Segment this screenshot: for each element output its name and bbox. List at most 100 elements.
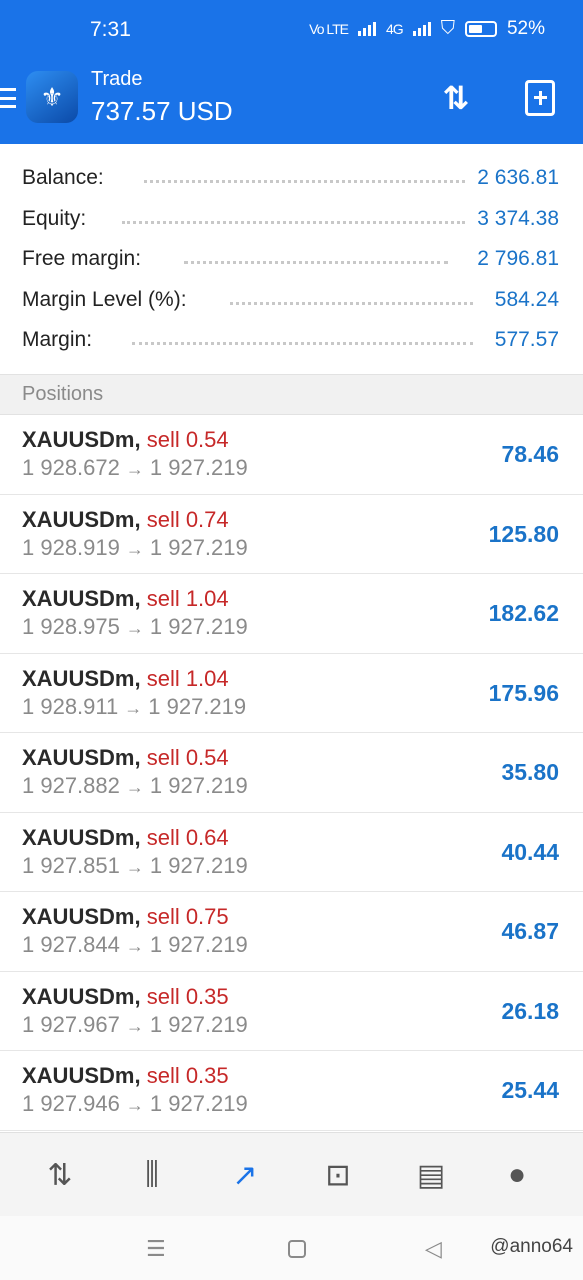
position-row[interactable]: XAUUSDm, sell 0.35 1 927.946 → 1 927.219 2… [0, 1051, 583, 1131]
arrow-right-icon: → [125, 459, 144, 479]
summary-row-margin: Margin: 577.57 [0, 320, 583, 361]
volte-icon: Vo LTE [309, 21, 349, 37]
current-price: 1 927.219 [149, 852, 248, 878]
app-logo[interactable]: ⚜ [26, 71, 78, 123]
current-price: 1 927.219 [149, 773, 248, 798]
arrow-right-icon: → [125, 777, 144, 797]
summary-value: 3 374.38 [477, 206, 559, 230]
position-direction: sell 0.75 [146, 904, 229, 929]
position-profit: 125.80 [488, 520, 559, 547]
positions-section-header: Positions [0, 374, 583, 415]
system-nav-bar: ☰ ◁ @anno64 [0, 1216, 583, 1280]
open-price: 1 928.672 [22, 455, 120, 480]
summary-value: 584.24 [494, 287, 559, 311]
open-price: 1 927.882 [22, 773, 120, 798]
current-price: 1 927.219 [149, 1011, 248, 1037]
signal-icon-2 [412, 22, 431, 36]
summary-value: 577.57 [494, 328, 559, 351]
battery-icon [464, 21, 497, 37]
position-row[interactable]: XAUUSDm, sell 0.35 1 927.967 → 1 927.219 2… [0, 972, 583, 1051]
current-price: 1 927.219 [149, 1091, 248, 1116]
position-profit: 25.44 [501, 1077, 559, 1103]
position-row[interactable]: XAUUSDm, sell 0.74 1 928.919 → 1 927.219 1… [0, 495, 583, 574]
position-symbol: XAUUSDm, [22, 745, 141, 770]
position-symbol: XAUUSDm, [22, 824, 141, 850]
arrow-right-icon: → [125, 538, 144, 559]
battery-percent: 52% [506, 18, 545, 39]
position-profit: 78.46 [501, 441, 559, 467]
dotted-leader [230, 301, 473, 305]
bottom-tab-bar: ⇅ ⫼ ↗ ⊡ ▤ ● [0, 1132, 583, 1216]
position-direction: sell 0.54 [146, 745, 229, 770]
arrow-right-icon: → [125, 1015, 144, 1036]
position-row[interactable]: XAUUSDm, sell 0.54 1 927.882 → 1 927.219 3… [0, 733, 583, 813]
status-time: 7:31 [90, 18, 131, 41]
open-price: 1 927.851 [22, 852, 120, 878]
new-order-icon[interactable] [525, 80, 555, 116]
dotted-leader [184, 261, 448, 264]
chart-icon[interactable]: ⫼ [129, 1153, 175, 1197]
current-price: 1 927.219 [149, 534, 248, 560]
network-type-icon: 4G [386, 21, 404, 37]
messages-icon[interactable]: ● [494, 1153, 540, 1197]
dotted-leader [132, 342, 473, 345]
position-direction: sell 0.64 [146, 824, 229, 850]
open-price: 1 928.975 [22, 614, 120, 639]
position-symbol: XAUUSDm, [22, 586, 141, 611]
back-icon[interactable]: ◁ [425, 1236, 442, 1262]
status-icons: Vo LTE 4G ⛉ 52% [309, 18, 545, 40]
arrow-right-icon: → [125, 1095, 144, 1115]
summary-label: Free margin: [22, 247, 142, 270]
position-row[interactable]: XAUUSDm, sell 1.04 1 928.911 → 1 927.219 1… [0, 654, 583, 733]
summary-row-equity: Equity: 3 374.38 [0, 199, 583, 240]
position-profit: 46.87 [501, 918, 559, 944]
summary-label: Equity: [22, 206, 87, 230]
position-symbol: XAUUSDm, [22, 904, 141, 929]
position-direction: sell 1.04 [146, 665, 229, 691]
arrow-right-icon: → [125, 618, 144, 638]
position-profit: 35.80 [501, 759, 559, 785]
vpn-shield-icon: ⛉ [440, 18, 455, 39]
position-profit: 40.44 [501, 838, 559, 865]
app-bar: ⚜ Trade 737.57 USD ⇅ [0, 60, 583, 144]
position-symbol: XAUUSDm, [22, 506, 141, 532]
position-direction: sell 0.54 [146, 427, 229, 452]
open-price: 1 927.967 [22, 1011, 120, 1037]
summary-row-margin-level: Margin Level (%): 584.24 [0, 280, 583, 321]
summary-label: Balance: [22, 166, 104, 189]
position-direction: sell 1.04 [146, 586, 229, 611]
summary-label: Margin: [22, 328, 93, 351]
position-profit: 182.62 [488, 600, 559, 626]
position-direction: sell 0.35 [146, 1063, 229, 1088]
position-direction: sell 0.74 [146, 506, 229, 532]
position-row[interactable]: XAUUSDm, sell 0.75 1 927.844 → 1 927.219 4… [0, 892, 583, 972]
position-profit: 175.96 [488, 679, 559, 706]
profit-total: 737.57 USD [91, 96, 233, 126]
positions-heading: Positions [22, 383, 104, 405]
current-price: 1 927.219 [148, 693, 247, 719]
position-direction: sell 0.35 [146, 983, 229, 1009]
position-symbol: XAUUSDm, [22, 983, 141, 1009]
quotes-icon[interactable]: ⇅ [37, 1153, 83, 1197]
arrow-right-icon: → [125, 936, 144, 956]
home-icon[interactable] [288, 1240, 306, 1258]
current-price: 1 927.219 [149, 455, 248, 480]
arrow-right-icon: → [125, 856, 144, 877]
position-row[interactable]: XAUUSDm, sell 1.04 1 928.975 → 1 927.219 1… [0, 574, 583, 654]
open-price: 1 928.919 [22, 534, 120, 560]
hamburger-menu-icon[interactable] [0, 88, 16, 108]
signal-icon [358, 22, 377, 36]
sort-arrows-icon[interactable]: ⇅ [436, 78, 476, 118]
trade-icon[interactable]: ↗ [222, 1153, 268, 1197]
summary-label: Margin Level (%): [22, 287, 187, 311]
news-icon[interactable]: ▤ [408, 1153, 454, 1197]
open-price: 1 928.911 [22, 693, 119, 719]
open-price: 1 927.946 [22, 1091, 120, 1116]
position-row[interactable]: XAUUSDm, sell 0.64 1 927.851 → 1 927.219 4… [0, 813, 583, 892]
recent-apps-icon[interactable]: ☰ [146, 1236, 166, 1262]
history-icon[interactable]: ⊡ [315, 1153, 361, 1197]
summary-value: 2 636.81 [477, 166, 559, 189]
dotted-leader [122, 220, 465, 224]
position-row[interactable]: XAUUSDm, sell 0.54 1 928.672 → 1 927.219 7… [0, 415, 583, 495]
summary-value: 2 796.81 [477, 247, 559, 270]
